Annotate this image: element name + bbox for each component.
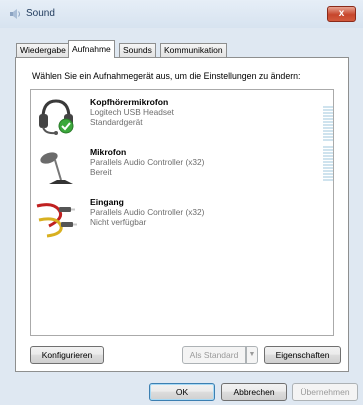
close-button[interactable]: x — [327, 6, 356, 22]
device-name: Mikrofon — [90, 147, 127, 157]
level-meter — [323, 146, 333, 182]
tab-wiedergabe[interactable]: Wiedergabe — [16, 43, 70, 57]
device-status: Bereit — [90, 167, 112, 177]
instruction-text: Wählen Sie ein Aufnahmegerät aus, um die… — [32, 71, 301, 81]
speaker-icon — [9, 8, 21, 20]
line-in-cable-icon — [35, 196, 77, 240]
cancel-button[interactable]: Abbrechen — [221, 383, 287, 401]
device-status: Standardgerät — [90, 117, 143, 127]
tab-sounds[interactable]: Sounds — [119, 43, 156, 57]
chevron-down-icon[interactable]: ▼ — [246, 346, 258, 364]
sound-dialog: Sound x Wiedergabe Aufnahme Sounds Kommu… — [0, 0, 363, 405]
title-bar[interactable]: Sound x — [0, 0, 363, 28]
device-description: Parallels Audio Controller (x32) — [90, 207, 205, 217]
set-default-button[interactable]: Als Standard — [182, 346, 246, 364]
window-title: Sound — [26, 8, 55, 19]
device-item-kopfhoerermikrofon[interactable]: Kopfhörermikrofon Logitech USB Headset S… — [31, 94, 333, 144]
device-name: Kopfhörermikrofon — [90, 97, 169, 107]
microphone-icon — [35, 146, 77, 190]
properties-button[interactable]: Eigenschaften — [264, 346, 341, 364]
device-description: Parallels Audio Controller (x32) — [90, 157, 205, 167]
device-list[interactable]: Kopfhörermikrofon Logitech USB Headset S… — [30, 89, 334, 336]
device-item-eingang[interactable]: Eingang Parallels Audio Controller (x32)… — [31, 194, 333, 244]
default-check-icon — [58, 118, 74, 136]
level-meter — [323, 106, 333, 142]
device-description: Logitech USB Headset — [90, 107, 174, 117]
device-item-mikrofon[interactable]: Mikrofon Parallels Audio Controller (x32… — [31, 144, 333, 194]
configure-button[interactable]: Konfigurieren — [30, 346, 104, 364]
ok-button[interactable]: OK — [149, 383, 215, 401]
recording-panel: Wählen Sie ein Aufnahmegerät aus, um die… — [15, 57, 349, 372]
device-name: Eingang — [90, 197, 124, 207]
tab-aufnahme[interactable]: Aufnahme — [68, 40, 115, 58]
tab-kommunikation[interactable]: Kommunikation — [160, 43, 227, 57]
device-status: Nicht verfügbar — [90, 217, 147, 227]
apply-button[interactable]: Übernehmen — [292, 383, 358, 401]
